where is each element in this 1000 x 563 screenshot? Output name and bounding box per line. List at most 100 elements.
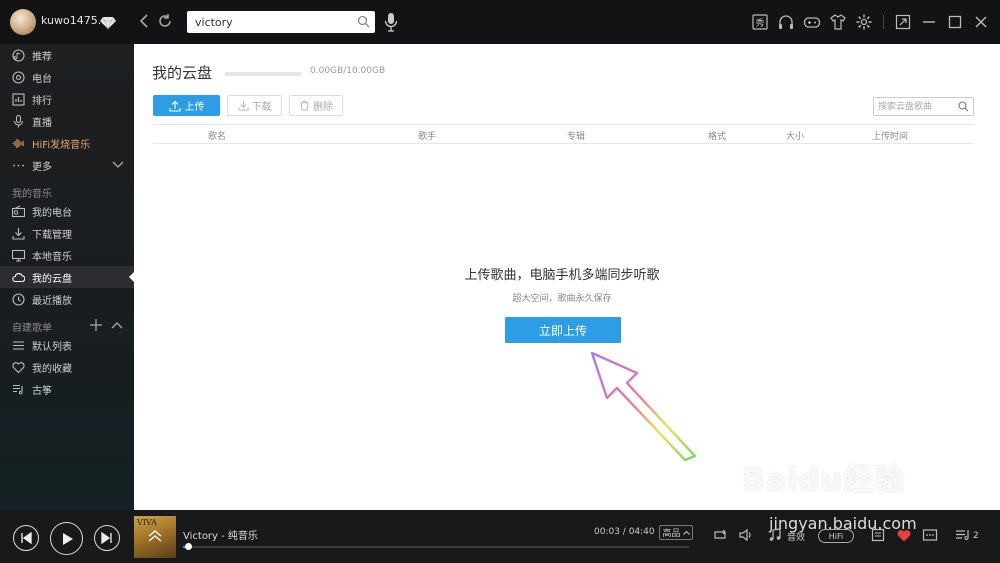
empty-state-subtitle: 超大空间，歌曲永久保存 (512, 294, 612, 304)
sidebar-item-label: 直播 (32, 117, 52, 129)
column-header-artist[interactable]: 歌手 (418, 129, 436, 142)
upload-button-label: 上传 (184, 102, 205, 113)
chevron-down-icon[interactable] (112, 161, 124, 169)
sidebar-item-live[interactable]: 直播 (0, 110, 134, 132)
expand-up-icon[interactable] (148, 530, 162, 542)
download-icon (12, 227, 25, 240)
my-radio-icon (12, 205, 25, 217)
username[interactable]: kuwo1475... (41, 14, 108, 27)
loop-mode-icon[interactable] (712, 527, 728, 543)
tutorial-arrow-annotation (590, 351, 697, 462)
hifi-wave-icon (12, 138, 24, 148)
sidebar-item-guzheng[interactable]: 古筝 (0, 378, 134, 400)
sidebar-item-label: 古筝 (32, 385, 52, 397)
quality-selector[interactable]: 高品 (659, 525, 693, 540)
sidebar-item-my-radio[interactable]: 我的电台 (0, 200, 134, 222)
chart-icon (12, 92, 25, 106)
sidebar-item-default-list[interactable]: 默认列表 (0, 334, 134, 356)
sidebar-item-charts[interactable]: 排行 (0, 88, 134, 110)
cloud-disk-panel: 我的云盘 0.00GB/10.00GB 上传 下载 删除 歌名 歌手 专辑 格式… (134, 44, 1000, 510)
column-header-upload-time[interactable]: 上传时间 (872, 129, 908, 142)
column-header-album[interactable]: 专辑 (567, 129, 585, 142)
song-table-header: 歌名 歌手 专辑 格式 大小 上传时间 (153, 124, 974, 144)
sidebar-item-favorites[interactable]: 我的收藏 (0, 356, 134, 378)
cloud-search-box[interactable] (873, 97, 974, 116)
search-box[interactable] (187, 11, 375, 33)
voice-search-mic-icon[interactable] (384, 12, 398, 32)
track-title[interactable]: Victory - 纯音乐 (183, 527, 258, 542)
previous-icon (21, 532, 32, 544)
delete-button-label: 删除 (313, 102, 333, 113)
heart-outline-icon (12, 361, 25, 373)
sidebar-item-recent[interactable]: 最近播放 (0, 288, 134, 310)
refresh-icon[interactable] (157, 12, 173, 30)
sidebar-item-label: 我的电台 (32, 207, 72, 219)
sidebar-item-label: 最近播放 (32, 295, 72, 307)
column-header-format[interactable]: 格式 (708, 129, 726, 142)
empty-state-title: 上传歌曲，电脑手机多端同步听歌 (464, 268, 660, 283)
page-title: 我的云盘 (152, 64, 213, 82)
radio-icon (12, 70, 25, 84)
more-options-icon[interactable] (922, 527, 938, 543)
playlist-icon (13, 384, 23, 394)
svg-text:秀: 秀 (755, 17, 764, 29)
sidebar: 推荐 电台 排行 直播 HiFi发烧音乐 更多 我的音乐 我的电台 下载管理 本… (0, 44, 134, 510)
play-button[interactable] (50, 522, 83, 555)
headphones-icon[interactable] (777, 13, 795, 31)
avatar[interactable] (10, 9, 36, 35)
upload-now-button[interactable]: 立即上传 (505, 317, 621, 343)
sidebar-item-my-cloud[interactable]: 我的云盘 (0, 266, 134, 288)
progress-bar[interactable] (183, 546, 689, 548)
next-button[interactable] (94, 525, 120, 551)
mini-mode-icon[interactable] (894, 13, 912, 31)
playlist-queue-icon[interactable] (955, 527, 971, 543)
add-playlist-plus-icon[interactable] (90, 319, 102, 331)
search-icon[interactable] (357, 15, 370, 28)
play-icon (62, 532, 73, 545)
list-icon (13, 340, 24, 350)
volume-icon[interactable] (738, 527, 754, 543)
upload-icon (168, 100, 181, 112)
progress-handle[interactable] (185, 543, 192, 550)
column-header-size[interactable]: 大小 (786, 129, 804, 142)
delete-button[interactable]: 删除 (289, 95, 343, 116)
back-icon[interactable] (137, 12, 151, 30)
watermark-url: jingyan.baidu.com (769, 514, 917, 533)
sidebar-item-radio[interactable]: 电台 (0, 66, 134, 88)
sidebar-item-label: 排行 (32, 95, 52, 107)
gamepad-icon[interactable] (803, 13, 821, 31)
upload-button[interactable]: 上传 (153, 95, 220, 116)
title-bar: kuwo1475... 秀 (0, 0, 1000, 44)
window-toolbar: 秀 (751, 12, 990, 32)
show-icon[interactable]: 秀 (751, 13, 769, 31)
chevron-up-icon[interactable] (111, 321, 123, 329)
sidebar-item-label: 下载管理 (32, 229, 72, 241)
previous-button[interactable] (13, 525, 39, 551)
download-icon (237, 100, 249, 111)
mic-live-icon (13, 114, 24, 127)
monitor-icon (12, 249, 25, 262)
search-icon[interactable] (958, 101, 969, 112)
maximize-icon[interactable] (946, 13, 964, 31)
sidebar-item-label: HiFi发烧音乐 (32, 139, 91, 151)
cloud-icon (12, 272, 25, 282)
sidebar-item-hifi[interactable]: HiFi发烧音乐 (0, 132, 134, 154)
album-cover-text: VIVA (137, 518, 157, 527)
download-button-label: 下载 (251, 102, 272, 113)
sidebar-item-recommend[interactable]: 推荐 (0, 44, 134, 66)
recommend-icon (12, 48, 25, 62)
sidebar-item-downloads[interactable]: 下载管理 (0, 222, 134, 244)
vip-diamond-icon[interactable] (100, 14, 116, 30)
minimize-icon[interactable] (920, 13, 938, 31)
sidebar-item-local-music[interactable]: 本地音乐 (0, 244, 134, 266)
toolbar-divider (883, 15, 884, 29)
close-icon[interactable] (972, 13, 990, 31)
download-button[interactable]: 下载 (227, 95, 282, 116)
skin-shirt-icon[interactable] (829, 13, 847, 31)
queue-count[interactable]: 2 (973, 531, 979, 541)
column-header-title[interactable]: 歌名 (208, 129, 226, 142)
cloud-search-input[interactable] (878, 100, 958, 114)
clock-icon (12, 292, 25, 306)
search-input[interactable] (195, 14, 355, 30)
settings-gear-icon[interactable] (855, 13, 873, 31)
